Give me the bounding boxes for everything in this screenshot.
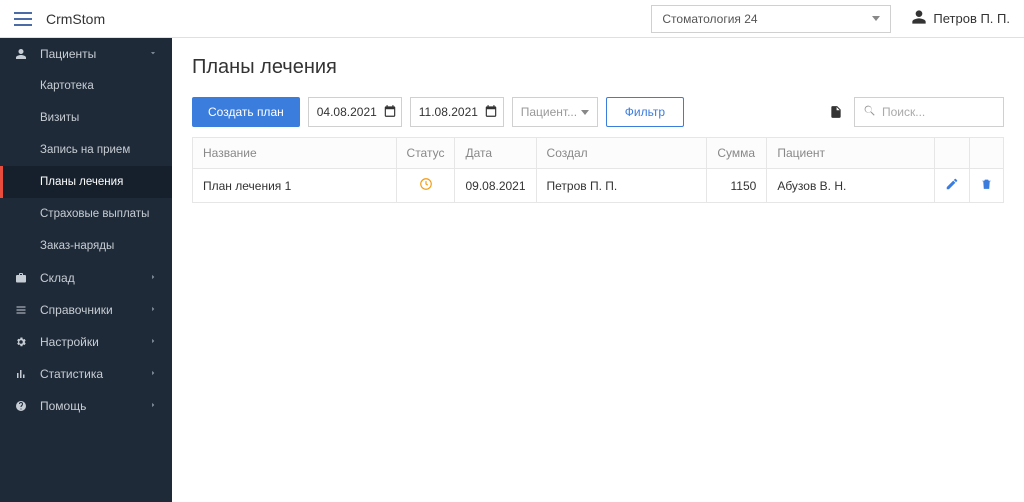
cell-creator: Петров П. П. <box>536 169 707 203</box>
sidebar-item-patients[interactable]: Пациенты <box>0 38 172 70</box>
caret-down-icon <box>581 110 589 115</box>
cell-date: 09.08.2021 <box>455 169 536 203</box>
cell-status <box>396 169 455 203</box>
sidebar-item-help[interactable]: Помощь <box>0 390 172 422</box>
caret-down-icon <box>872 16 880 21</box>
user-icon <box>911 9 927 28</box>
col-name[interactable]: Название <box>193 138 397 169</box>
user-menu[interactable]: Петров П. П. <box>911 9 1010 28</box>
search-field[interactable] <box>854 97 1004 127</box>
chevron-down-icon <box>148 47 158 61</box>
gear-icon <box>14 336 28 348</box>
sidebar-sub-plans[interactable]: Планы лечения <box>0 166 172 198</box>
chevron-right-icon <box>148 399 158 413</box>
search-icon <box>863 104 876 120</box>
toolbar: Создать план 04.08.2021 11.08.2021 Пацие… <box>192 97 1004 127</box>
sidebar-sub-orders[interactable]: Заказ-наряды <box>0 230 172 262</box>
calendar-icon <box>383 104 397 121</box>
sidebar-item-settings[interactable]: Настройки <box>0 326 172 358</box>
chevron-right-icon <box>148 367 158 381</box>
cell-edit[interactable] <box>935 169 970 203</box>
file-icon <box>829 104 843 120</box>
list-icon <box>14 304 28 316</box>
organization-value: Стоматология 24 <box>662 12 757 26</box>
sidebar-sub-insurance[interactable]: Страховые выплаты <box>0 198 172 230</box>
col-creator[interactable]: Создал <box>536 138 707 169</box>
sidebar-sub-appoint[interactable]: Запись на прием <box>0 134 172 166</box>
clock-icon <box>419 180 433 194</box>
sidebar-item-stats[interactable]: Статистика <box>0 358 172 390</box>
col-edit <box>935 138 970 169</box>
top-bar: CrmStom Стоматология 24 Петров П. П. <box>0 0 1024 38</box>
col-sum[interactable]: Сумма <box>707 138 767 169</box>
export-button[interactable] <box>826 102 846 122</box>
col-date[interactable]: Дата <box>455 138 536 169</box>
cell-sum: 1150 <box>707 169 767 203</box>
search-input[interactable] <box>882 105 995 119</box>
main-content: Планы лечения Создать план 04.08.2021 11… <box>172 38 1024 502</box>
sidebar-item-label: Пациенты <box>40 47 148 61</box>
trash-icon <box>980 180 993 194</box>
user-name: Петров П. П. <box>933 11 1010 26</box>
col-patient[interactable]: Пациент <box>767 138 935 169</box>
sidebar-item-refs[interactable]: Справочники <box>0 294 172 326</box>
patient-filter-select[interactable]: Пациент... <box>512 97 598 127</box>
app-title: CrmStom <box>46 11 105 27</box>
table-row[interactable]: План лечения 1 09.08.2021 Петров П. П. 1… <box>193 169 1004 203</box>
menu-toggle-icon[interactable] <box>14 12 32 26</box>
plans-table: Название Статус Дата Создал Сумма Пациен… <box>192 137 1004 203</box>
pencil-icon <box>945 180 959 194</box>
chevron-right-icon <box>148 303 158 317</box>
patients-icon <box>14 48 28 60</box>
date-to-input[interactable]: 11.08.2021 <box>410 97 504 127</box>
filter-button[interactable]: Фильтр <box>606 97 684 127</box>
col-status[interactable]: Статус <box>396 138 455 169</box>
bars-icon <box>14 368 28 380</box>
sidebar-sub-card[interactable]: Картотека <box>0 70 172 102</box>
cell-patient: Абузов В. Н. <box>767 169 935 203</box>
help-icon <box>14 400 28 412</box>
briefcase-icon <box>14 272 28 284</box>
organization-select[interactable]: Стоматология 24 <box>651 5 891 33</box>
sidebar: Пациенты Картотека Визиты Запись на прие… <box>0 38 172 502</box>
chevron-right-icon <box>148 335 158 349</box>
cell-name: План лечения 1 <box>193 169 397 203</box>
calendar-icon <box>484 104 498 121</box>
chevron-right-icon <box>148 271 158 285</box>
cell-delete[interactable] <box>970 169 1004 203</box>
create-plan-button[interactable]: Создать план <box>192 97 300 127</box>
sidebar-item-stock[interactable]: Склад <box>0 262 172 294</box>
date-from-input[interactable]: 04.08.2021 <box>308 97 402 127</box>
col-delete <box>970 138 1004 169</box>
table-header-row: Название Статус Дата Создал Сумма Пациен… <box>193 138 1004 169</box>
page-title: Планы лечения <box>192 56 1004 79</box>
sidebar-sub-visits[interactable]: Визиты <box>0 102 172 134</box>
